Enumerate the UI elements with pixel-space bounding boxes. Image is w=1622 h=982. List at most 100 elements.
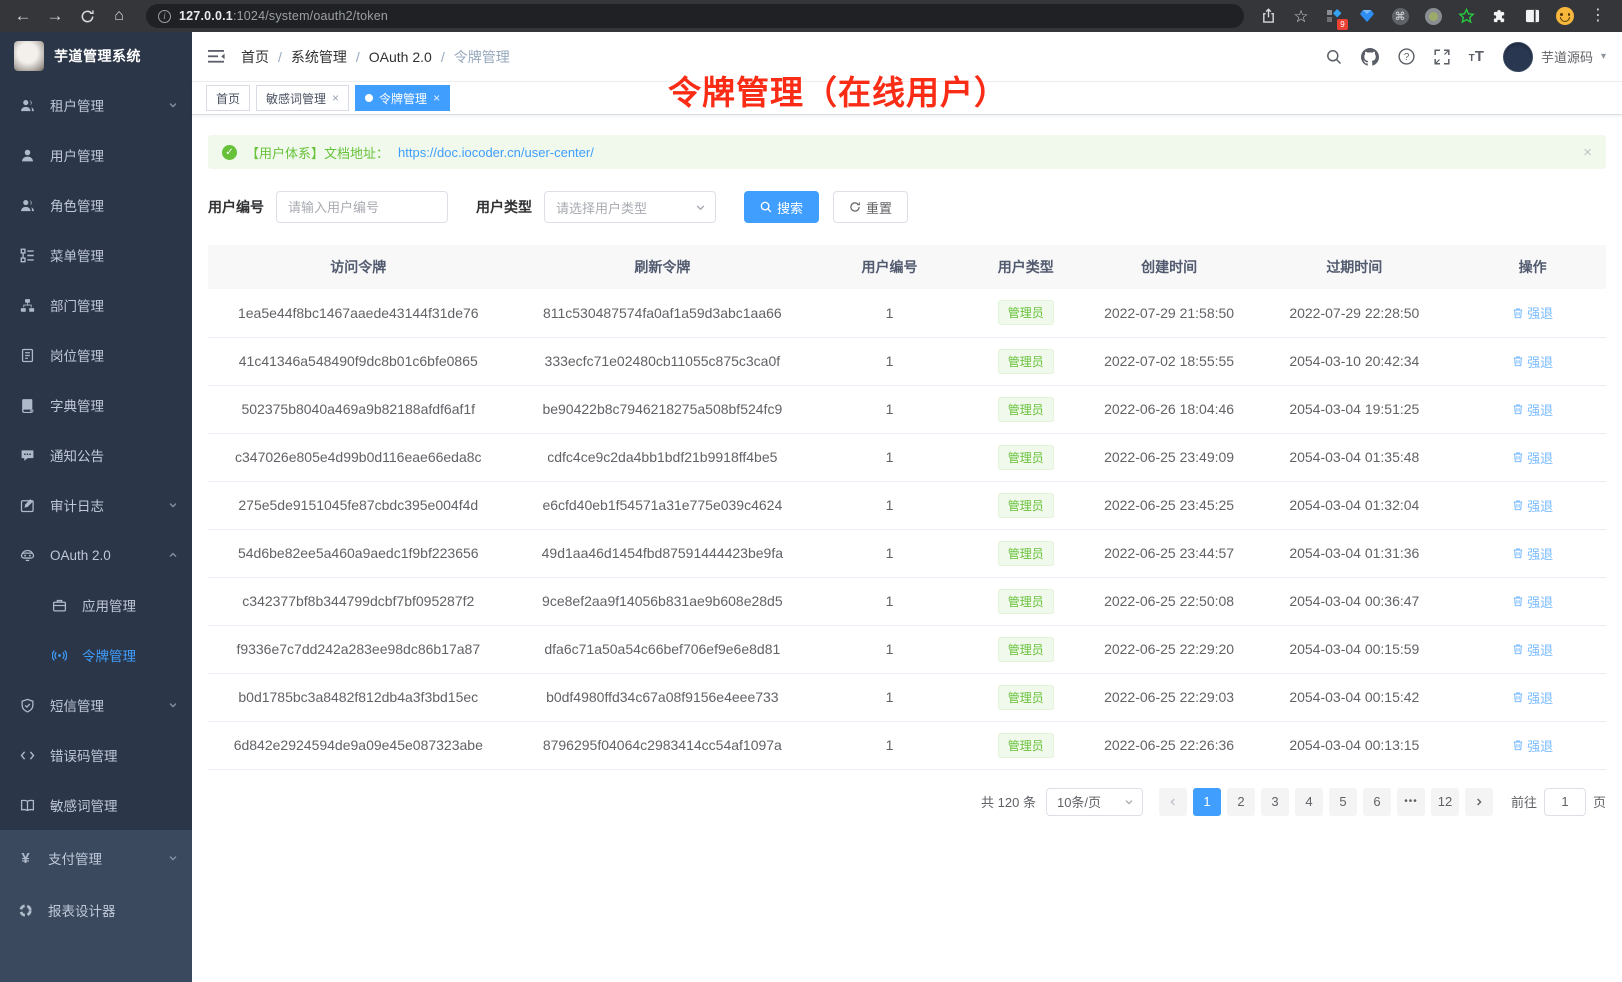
smiley-face-icon	[1556, 7, 1574, 25]
user-type-tag: 管理员	[998, 733, 1054, 758]
sidebar-item-error-code[interactable]: 错误码管理	[0, 730, 192, 780]
sidebar-item-dept[interactable]: 部门管理	[0, 280, 192, 330]
sidebar-item-notice[interactable]: 通知公告	[0, 430, 192, 480]
browser-home-button[interactable]: ⌂	[106, 3, 132, 29]
sidebar-item-sensitive-word[interactable]: 敏感词管理	[0, 780, 192, 830]
sidebar-item-oauth-app[interactable]: 应用管理	[0, 580, 192, 630]
sidebar-item-post[interactable]: 岗位管理	[0, 330, 192, 380]
extension-blocks-icon[interactable]: 9	[1324, 6, 1344, 26]
page-button-1[interactable]: 1	[1193, 788, 1221, 816]
tab-token[interactable]: 令牌管理 ×	[355, 85, 450, 111]
extension-puzzle-icon[interactable]	[1489, 6, 1509, 26]
breadcrumb-oauth[interactable]: OAuth 2.0	[369, 49, 432, 65]
force-logout-button[interactable]: 强退	[1512, 736, 1553, 755]
user-name: 芋道源码	[1541, 47, 1593, 66]
sidebar-toggle-icon[interactable]	[1522, 6, 1542, 26]
user-type-tag: 管理员	[998, 300, 1054, 325]
sidebar-menu: 租户管理 用户管理 角色管理 菜单管理 部门管理 岗位管理	[0, 80, 192, 982]
yen-icon: ¥	[18, 851, 33, 866]
page-button-6[interactable]: 6	[1363, 788, 1391, 816]
page-button-2[interactable]: 2	[1227, 788, 1255, 816]
sidebar-item-menu[interactable]: 菜单管理	[0, 230, 192, 280]
sidebar-item-oauth[interactable]: OAuth 2.0	[0, 530, 192, 580]
extension-green-star-icon[interactable]	[1456, 6, 1476, 26]
force-logout-button[interactable]: 强退	[1512, 352, 1553, 371]
page-button-5[interactable]: 5	[1329, 788, 1357, 816]
search-icon	[760, 201, 772, 213]
force-logout-button[interactable]: 强退	[1512, 400, 1553, 419]
close-icon[interactable]: ×	[332, 91, 339, 105]
page-button-3[interactable]: 3	[1261, 788, 1289, 816]
sidebar-item-report-designer[interactable]: 报表设计器	[0, 884, 192, 936]
sidebar-item-dict[interactable]: 字典管理	[0, 380, 192, 430]
page-size-select[interactable]: 10条/页	[1046, 788, 1143, 816]
search-button[interactable]: 搜索	[744, 191, 819, 223]
fullscreen-button[interactable]	[1434, 49, 1450, 65]
donut-chart-icon	[18, 903, 33, 918]
breadcrumb-home[interactable]: 首页	[241, 47, 269, 67]
force-logout-button[interactable]: 强退	[1512, 496, 1553, 515]
help-button[interactable]: ?	[1398, 48, 1415, 65]
cell-created-at: 2022-06-25 22:29:20	[1089, 625, 1250, 673]
profile-avatar[interactable]	[1555, 6, 1575, 26]
extension-gem-icon[interactable]	[1357, 6, 1377, 26]
col-user-type: 用户类型	[963, 245, 1089, 289]
address-bar[interactable]: i 127.0.0.1:1024/system/oauth2/token	[146, 4, 1244, 28]
pagination-total: 共 120 条	[981, 792, 1036, 811]
force-logout-button[interactable]: 强退	[1512, 592, 1553, 611]
cell-user-type: 管理员	[963, 673, 1089, 721]
cell-expires-at: 2054-03-04 00:13:15	[1249, 721, 1459, 769]
force-logout-button[interactable]: 强退	[1512, 688, 1553, 707]
browser-reload-button[interactable]	[74, 3, 100, 29]
force-logout-button[interactable]: 强退	[1512, 640, 1553, 659]
sidebar-item-oauth-token[interactable]: 令牌管理	[0, 630, 192, 680]
breadcrumb-system[interactable]: 系统管理	[291, 47, 347, 67]
bookmark-star-button[interactable]: ☆	[1291, 6, 1311, 26]
col-created-at: 创建时间	[1089, 245, 1250, 289]
page-ellipsis-button[interactable]: •••	[1397, 788, 1425, 816]
sidebar-item-label: OAuth 2.0	[50, 548, 111, 563]
main-panel: 令牌管理（在线用户） 首页 / 系统管理 / OAuth 2.0 / 令牌管理	[192, 32, 1622, 982]
goto-page-input[interactable]	[1544, 788, 1586, 816]
sidebar-item-user[interactable]: 用户管理	[0, 130, 192, 180]
cell-created-at: 2022-06-26 18:04:46	[1089, 385, 1250, 433]
tab-sensitive-word[interactable]: 敏感词管理 ×	[256, 85, 349, 111]
sidebar-item-tenant[interactable]: 租户管理	[0, 80, 192, 130]
github-link[interactable]	[1361, 48, 1379, 66]
user-menu[interactable]: 芋道源码 ▾	[1503, 42, 1606, 72]
browser-forward-button[interactable]: →	[42, 3, 68, 29]
page-button-4[interactable]: 4	[1295, 788, 1323, 816]
reset-button[interactable]: 重置	[833, 191, 908, 223]
sidebar-collapse-button[interactable]	[208, 49, 225, 64]
cell-created-at: 2022-07-29 21:58:50	[1089, 289, 1250, 337]
share-button[interactable]	[1258, 6, 1278, 26]
cell-expires-at: 2054-03-04 00:15:42	[1249, 673, 1459, 721]
force-logout-button[interactable]: 强退	[1512, 303, 1553, 322]
header-search-button[interactable]	[1326, 49, 1342, 65]
user-type-select[interactable]: 请选择用户类型	[544, 191, 716, 223]
sidebar-item-role[interactable]: 角色管理	[0, 180, 192, 230]
site-info-icon[interactable]: i	[158, 10, 171, 23]
alert-close-icon[interactable]: ×	[1583, 144, 1592, 161]
browser-back-button[interactable]: ←	[10, 3, 36, 29]
doc-link[interactable]: https://doc.iocoder.cn/user-center/	[398, 145, 594, 160]
goto-label: 前往	[1511, 792, 1537, 811]
close-icon[interactable]: ×	[433, 91, 440, 105]
user-id-input[interactable]	[276, 191, 448, 223]
sidebar-item-audit-log[interactable]: 审计日志	[0, 480, 192, 530]
share-icon	[1261, 8, 1276, 24]
page-button-12[interactable]: 12	[1431, 788, 1459, 816]
tab-home[interactable]: 首页	[206, 85, 250, 111]
pagination-next-button[interactable]	[1465, 788, 1493, 816]
force-logout-button[interactable]: 强退	[1512, 448, 1553, 467]
sidebar-item-pay[interactable]: ¥ 支付管理	[0, 832, 192, 884]
sidebar-item-sms[interactable]: 短信管理	[0, 680, 192, 730]
font-size-button[interactable]: TT	[1469, 48, 1484, 65]
extension-command-icon[interactable]: ⌘	[1390, 6, 1410, 26]
users-icon	[20, 98, 35, 113]
extension-recorder-icon[interactable]	[1423, 6, 1443, 26]
pagination-prev-button[interactable]	[1159, 788, 1187, 816]
force-logout-button[interactable]: 强退	[1512, 544, 1553, 563]
app-logo[interactable]: 芋道管理系统	[0, 32, 192, 80]
browser-menu-button[interactable]: ⋮	[1588, 6, 1608, 26]
